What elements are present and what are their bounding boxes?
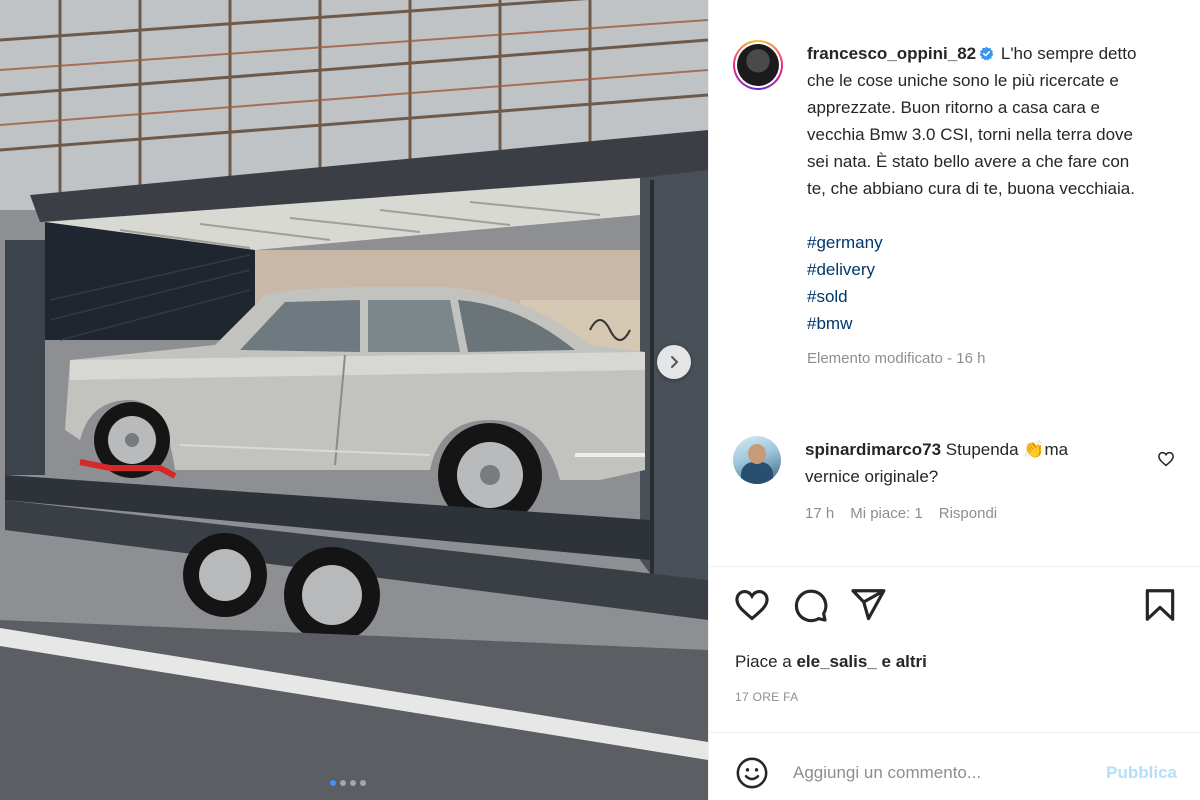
caption-text: L'ho sempre detto che le cose uniche son…: [807, 44, 1137, 198]
post-caption: francesco_oppini_82 L'ho sempre detto ch…: [807, 40, 1137, 372]
author-username[interactable]: francesco_oppini_82: [807, 44, 976, 63]
commenter-username[interactable]: spinardimarco73: [805, 440, 941, 459]
caption-row: francesco_oppini_82 L'ho sempre detto ch…: [733, 40, 1173, 372]
comment-body: spinardimarco73 Stupenda 👏ma vernice ori…: [805, 436, 1125, 527]
post-timestamp: 17 ORE FA: [735, 690, 799, 704]
likes-others-link[interactable]: e altri: [882, 652, 927, 671]
likes-prefix: Piace a: [735, 652, 792, 671]
publish-button[interactable]: Pubblica: [1106, 763, 1177, 783]
carousel-dot: [350, 780, 356, 786]
comment-meta: 17 h Mi piace: 1 Rispondi: [805, 500, 1125, 527]
divider: [709, 566, 1200, 567]
send-icon[interactable]: [849, 586, 887, 624]
post-media[interactable]: [0, 0, 708, 800]
hashtag-list: #germany #delivery #sold #bmw: [807, 229, 1137, 337]
bookmark-icon[interactable]: [1141, 586, 1179, 624]
comment-input[interactable]: [793, 758, 1083, 788]
commenter-avatar[interactable]: [733, 436, 781, 484]
comment-text: Stupenda: [945, 440, 1024, 459]
comment-icon[interactable]: [791, 586, 829, 624]
action-bar: [733, 586, 1177, 626]
post-side-panel: francesco_oppini_82 L'ho sempre detto ch…: [708, 0, 1200, 800]
carousel-dot: [330, 780, 336, 786]
liker-username[interactable]: ele_salis_: [796, 652, 876, 671]
carousel-dot: [340, 780, 346, 786]
comment-like-heart-icon[interactable]: [1157, 450, 1175, 468]
chevron-right-icon: [671, 356, 678, 368]
hashtag-link[interactable]: #sold: [807, 283, 1137, 310]
carousel-dot: [360, 780, 366, 786]
reply-button[interactable]: Rispondi: [939, 500, 997, 527]
edited-label: Elemento modificato - 16 h: [807, 350, 986, 367]
emoji-icon[interactable]: [735, 756, 769, 790]
carousel-next-button[interactable]: [657, 345, 691, 379]
comment-item: spinardimarco73 Stupenda 👏ma vernice ori…: [733, 436, 1177, 527]
comment-time: 17 h: [805, 505, 835, 522]
comment-composer: Pubblica: [709, 748, 1200, 800]
carousel-dots: [330, 780, 366, 786]
clap-emoji-icon: 👏: [1023, 440, 1045, 459]
author-avatar[interactable]: [733, 40, 783, 90]
verified-badge-icon: [979, 46, 994, 61]
hashtag-link[interactable]: #delivery: [807, 256, 1137, 283]
divider: [709, 732, 1200, 733]
heart-icon[interactable]: [733, 586, 771, 624]
hashtag-link[interactable]: #bmw: [807, 310, 1137, 337]
hashtag-link[interactable]: #germany: [807, 229, 1137, 256]
comment-likes-count[interactable]: Mi piace: 1: [850, 500, 923, 527]
likes-summary: Piace a ele_salis_ e altri: [735, 652, 927, 672]
post-photo: [0, 0, 708, 800]
